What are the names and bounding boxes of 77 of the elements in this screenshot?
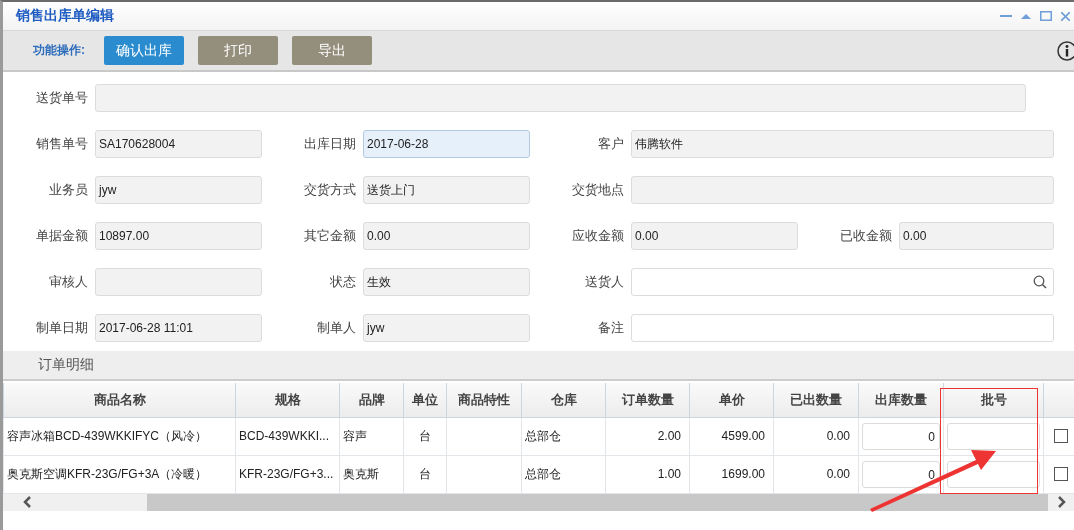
quantity-input[interactable]: 0 (862, 460, 940, 488)
toolbar-button[interactable]: 确认出库 (104, 36, 184, 65)
table-cell: 容声 (343, 428, 367, 443)
table-cell: 2.00 (657, 429, 681, 443)
table-cell: BCD-439WKKI... (239, 429, 330, 443)
field-label: 销售单号 (35, 135, 89, 153)
row-checkbox[interactable] (1053, 429, 1068, 443)
input-field[interactable] (631, 314, 1054, 342)
table-cell: 4599.00 (721, 429, 765, 443)
column-header: 批号 (943, 383, 1044, 417)
input-field[interactable] (95, 268, 262, 296)
field-label: 交货方式 (303, 181, 357, 199)
input-field[interactable]: 0.00 (363, 222, 530, 250)
input-field[interactable]: jyw (363, 314, 530, 342)
input-field[interactable]: 送货上门 (363, 176, 530, 204)
table-cell: 总部仓 (525, 428, 561, 443)
field-label: 其它金额 (303, 227, 357, 245)
column-header: 品牌 (339, 383, 404, 417)
table-cell: 奥克斯空调KFR-23G/FG+3A（冷暖） (7, 466, 208, 481)
column-header: 单价 (689, 383, 774, 417)
field-label: 已收金额 (839, 227, 893, 245)
field-label: 业务员 (48, 181, 89, 199)
input-field[interactable]: 2017-06-28 (363, 130, 530, 158)
input-field[interactable]: jyw (95, 176, 262, 204)
column-header: 出库数量 (858, 383, 944, 417)
quantity-input[interactable]: 0 (862, 422, 940, 450)
row-checkbox[interactable] (1053, 467, 1068, 481)
column-header: 商品名称 (3, 383, 236, 417)
input-field[interactable] (95, 84, 1026, 112)
input-field[interactable]: 生效 (363, 268, 530, 296)
field-label: 送货人 (584, 273, 625, 291)
field-label: 单据金额 (35, 227, 89, 245)
field-label: 交货地点 (571, 181, 625, 199)
section-title: 订单明细 (38, 356, 94, 374)
input-field[interactable]: 0.00 (631, 222, 798, 250)
search-icon[interactable] (1033, 275, 1047, 289)
input-field[interactable]: 0.00 (899, 222, 1054, 250)
field-label: 状态 (329, 273, 357, 291)
window-title: 销售出库单编辑 (16, 7, 114, 25)
scroll-left-icon[interactable] (23, 496, 31, 508)
scroll-right-icon[interactable] (1058, 496, 1066, 508)
column-header: 仓库 (521, 383, 606, 417)
field-label: 出库日期 (303, 135, 357, 153)
field-label: 审核人 (48, 273, 89, 291)
table-cell: 台 (419, 428, 431, 443)
field-label: 制单人 (316, 319, 357, 337)
table-cell: KFR-23G/FG+3... (239, 467, 334, 481)
table-cell: 1.00 (657, 467, 681, 481)
info-icon[interactable] (1057, 41, 1074, 61)
column-header: 商品特性 (446, 383, 522, 417)
table-cell: 台 (419, 466, 431, 481)
input-field[interactable] (631, 268, 1054, 296)
column-header: 单位 (403, 383, 447, 417)
field-label: 备注 (597, 319, 625, 337)
table-cell: 容声冰箱BCD-439WKKIFYC（风冷） (7, 428, 208, 443)
batch-input[interactable] (947, 422, 1040, 450)
toolbar-label: 功能操作: (33, 42, 86, 59)
table-cell: 总部仓 (525, 466, 561, 481)
input-field[interactable] (631, 176, 1054, 204)
collapse-icon[interactable] (1021, 13, 1031, 19)
field-label: 客户 (597, 135, 625, 153)
input-field[interactable]: SA170628004 (95, 130, 262, 158)
input-field[interactable]: 10897.00 (95, 222, 262, 250)
table-cell: 0.00 (826, 467, 850, 481)
table-cell: 奥克斯 (343, 466, 379, 481)
field-label: 制单日期 (35, 319, 89, 337)
column-header: 已出数量 (773, 383, 859, 417)
input-field[interactable]: 伟腾软件 (631, 130, 1054, 158)
maximize-icon[interactable] (1040, 11, 1052, 21)
table-cell: 0.00 (826, 429, 850, 443)
field-label: 送货单号 (35, 89, 89, 107)
column-header: 订单数量 (605, 383, 690, 417)
column-header: 规格 (235, 383, 340, 417)
table-cell: 1699.00 (721, 467, 765, 481)
input-field[interactable]: 2017-06-28 11:01 (95, 314, 262, 342)
close-icon[interactable] (1061, 11, 1070, 21)
field-label: 应收金额 (571, 227, 625, 245)
